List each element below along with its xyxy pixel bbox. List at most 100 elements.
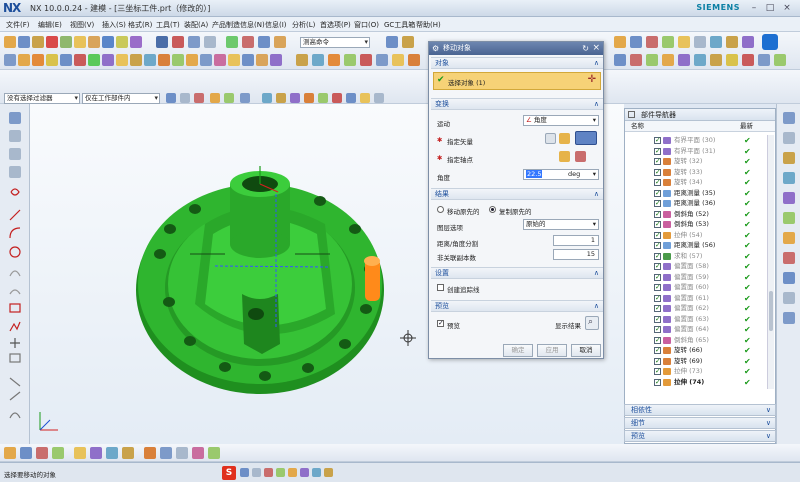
- navigator-feature-row[interactable]: 旋转 (33) ✔: [625, 167, 767, 178]
- point-icon[interactable]: [614, 54, 626, 66]
- tool-grid-icon[interactable]: [9, 148, 21, 160]
- ime-tool-icon[interactable]: [276, 468, 285, 477]
- save-icon[interactable]: [32, 36, 44, 48]
- menu-view[interactable]: 视图(V): [70, 20, 94, 30]
- extrude-icon[interactable]: [74, 36, 86, 48]
- section-transform[interactable]: 变换: [431, 98, 603, 110]
- analysis-icon[interactable]: [242, 36, 254, 48]
- history-icon[interactable]: [9, 112, 21, 124]
- replace-face-icon[interactable]: [328, 54, 340, 66]
- menu-file[interactable]: 文件(F): [6, 20, 30, 30]
- snap-on-face-icon[interactable]: [346, 93, 356, 103]
- feature-checkbox[interactable]: [654, 230, 661, 241]
- navigator-feature-row[interactable]: 拉伸 (54) ✔: [625, 230, 767, 241]
- menu-pmi[interactable]: 产品制造信息(N): [212, 20, 265, 30]
- measure-icon[interactable]: [226, 36, 238, 48]
- delete-icon[interactable]: [46, 36, 58, 48]
- offset-face-icon[interactable]: [186, 54, 198, 66]
- feature-checkbox[interactable]: [654, 219, 661, 230]
- navigator-feature-row[interactable]: 有界平面 (30) ✔: [625, 135, 767, 146]
- navigator-feature-row[interactable]: 距离测量 (35) ✔: [625, 188, 767, 199]
- feature-checkbox[interactable]: [654, 293, 661, 304]
- sew-icon[interactable]: [408, 54, 420, 66]
- extract-icon[interactable]: [376, 54, 388, 66]
- menu-info[interactable]: 信息(I): [265, 20, 287, 30]
- left-sketch-tools[interactable]: [8, 186, 22, 436]
- process-studio-icon[interactable]: [783, 272, 795, 284]
- bottom-tool-icon[interactable]: [160, 447, 172, 459]
- view-front-icon[interactable]: [630, 36, 642, 48]
- snap-existing-icon[interactable]: [360, 93, 370, 103]
- section-result[interactable]: 结果: [431, 188, 603, 200]
- ime-tool-icon[interactable]: [300, 468, 309, 477]
- undo-icon[interactable]: [156, 36, 168, 48]
- snap-point-icon[interactable]: [290, 93, 300, 103]
- menu-insert[interactable]: 插入(S): [102, 20, 126, 30]
- arc-icon[interactable]: [646, 54, 658, 66]
- expression-icon[interactable]: [296, 54, 308, 66]
- thicken-icon[interactable]: [242, 54, 254, 66]
- navigator-tree[interactable]: 有界平面 (30)✔有界平面 (31)✔旋转 (32)✔旋转 (33)✔旋转 (…: [625, 135, 775, 389]
- pattern-icon[interactable]: [158, 54, 170, 66]
- ime-tool-icon[interactable]: [324, 468, 333, 477]
- distance-angle-divisions-input[interactable]: 1: [553, 235, 599, 246]
- snap-mid-icon[interactable]: [224, 93, 234, 103]
- feature-checkbox[interactable]: [654, 177, 661, 188]
- constraint-navigator-icon[interactable]: [783, 132, 795, 144]
- join-curve-icon[interactable]: [758, 54, 770, 66]
- mirror-icon[interactable]: [172, 54, 184, 66]
- offset-curve-icon[interactable]: [710, 54, 722, 66]
- bottom-tool-icon[interactable]: [176, 447, 188, 459]
- thread-icon[interactable]: [270, 54, 282, 66]
- feature-checkbox[interactable]: [654, 261, 661, 272]
- reuse-library-icon[interactable]: [783, 172, 795, 184]
- menu-analysis[interactable]: 分析(L): [292, 20, 315, 30]
- ime-tool-icon[interactable]: [288, 468, 297, 477]
- text-icon[interactable]: [678, 54, 690, 66]
- sketch-icon[interactable]: [60, 36, 72, 48]
- section-icon[interactable]: [742, 36, 754, 48]
- move-face-icon[interactable]: [312, 54, 324, 66]
- wcs-icon[interactable]: [274, 36, 286, 48]
- ime-tool-icon[interactable]: [252, 468, 261, 477]
- part-navigator-icon[interactable]: [783, 152, 795, 164]
- menu-tools[interactable]: 工具(T): [156, 20, 180, 30]
- menu-gc-toolbox[interactable]: GC工具箱: [384, 20, 415, 30]
- snap-on-curve-icon[interactable]: [332, 93, 342, 103]
- feature-checkbox[interactable]: [654, 209, 661, 220]
- history-palette-icon[interactable]: [783, 232, 795, 244]
- wave-icon[interactable]: [392, 54, 404, 66]
- apply-button[interactable]: 应用: [537, 344, 567, 357]
- section-object[interactable]: 对象: [431, 57, 603, 69]
- datum-plane-icon[interactable]: [4, 54, 16, 66]
- bottom-tool-icon[interactable]: [20, 447, 32, 459]
- bottom-tool-icon[interactable]: [144, 447, 156, 459]
- bottom-tool-icon[interactable]: [106, 447, 118, 459]
- navigator-feature-row[interactable]: 距离测量 (56) ✔: [625, 240, 767, 251]
- feature-checkbox[interactable]: [654, 345, 661, 356]
- move-original-radio[interactable]: [437, 206, 444, 213]
- menu-assembly[interactable]: 装配(A): [184, 20, 208, 30]
- feature-checkbox[interactable]: [654, 135, 661, 146]
- system-scene-icon[interactable]: [783, 312, 795, 324]
- navigator-feature-row[interactable]: 偏置面 (62) ✔: [625, 303, 767, 314]
- cancel-button[interactable]: 取消: [571, 344, 601, 357]
- minimize-button[interactable]: –: [748, 2, 760, 14]
- trace-checkbox[interactable]: [437, 284, 444, 291]
- panel-dependencies[interactable]: 相依性: [624, 404, 776, 416]
- shading-icon[interactable]: [710, 36, 722, 48]
- ime-tool-icon[interactable]: [264, 468, 273, 477]
- menu-edit[interactable]: 编辑(E): [38, 20, 62, 30]
- ok-button[interactable]: 确定: [503, 344, 533, 357]
- menu-preferences[interactable]: 首选项(P): [320, 20, 351, 30]
- trim-body-icon[interactable]: [200, 54, 212, 66]
- navigator-feature-row[interactable]: 倒斜角 (65) ✔: [625, 335, 767, 346]
- box-select-icon[interactable]: [240, 93, 250, 103]
- sweep-icon[interactable]: [256, 54, 268, 66]
- navigator-feature-row[interactable]: 拉伸 (74) ✔: [625, 377, 767, 388]
- bottom-tool-icon[interactable]: [74, 447, 86, 459]
- navigator-feature-row[interactable]: 旋转 (66) ✔: [625, 345, 767, 356]
- navigator-feature-row[interactable]: 拉伸 (73) ✔: [625, 366, 767, 377]
- bottom-tool-icon[interactable]: [4, 447, 16, 459]
- redo-icon[interactable]: [172, 36, 184, 48]
